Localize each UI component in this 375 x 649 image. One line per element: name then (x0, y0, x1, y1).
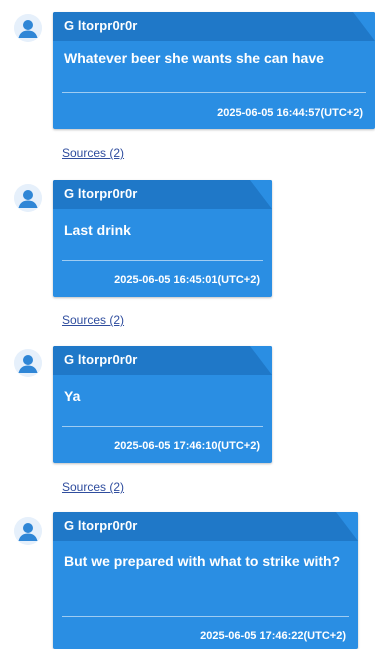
message-text: Last drink (64, 222, 131, 238)
message-text: But we prepared with what to strike with… (64, 553, 341, 569)
message-sender: G ltorpr0r0r (53, 180, 272, 209)
user-avatar-icon (14, 14, 42, 42)
message-text: Whatever beer she wants she can have (64, 50, 324, 66)
message-bubble: G ltorpr0r0r Ya 2025-06-05 17:46:10(UTC+… (53, 346, 272, 463)
message-timestamp: 2025-06-05 16:44:57(UTC+2) (217, 107, 363, 119)
message-sender: G ltorpr0r0r (53, 346, 272, 375)
sources-link[interactable]: Sources (2) (62, 313, 124, 327)
sources-link[interactable]: Sources (2) (62, 480, 124, 494)
message-divider (62, 92, 366, 93)
message-timestamp: 2025-06-05 17:46:10(UTC+2) (114, 440, 260, 452)
message-bubble: G ltorpr0r0r But we prepared with what t… (53, 512, 358, 649)
user-avatar-icon (14, 184, 42, 212)
message-divider (62, 616, 349, 617)
message-divider (62, 260, 263, 261)
message-thread: G ltorpr0r0r Whatever beer she wants she… (0, 0, 375, 649)
message-sender: G ltorpr0r0r (53, 512, 358, 541)
user-avatar-icon (14, 517, 42, 545)
message-timestamp: 2025-06-05 16:45:01(UTC+2) (114, 274, 260, 286)
message-sender: G ltorpr0r0r (53, 12, 375, 41)
message-bubble: G ltorpr0r0r Last drink 2025-06-05 16:45… (53, 180, 272, 297)
message-timestamp: 2025-06-05 17:46:22(UTC+2) (200, 630, 346, 642)
message-bubble: G ltorpr0r0r Whatever beer she wants she… (53, 12, 375, 129)
user-avatar-icon (14, 349, 42, 377)
message-text: Ya (64, 388, 81, 404)
message-divider (62, 426, 263, 427)
sources-link[interactable]: Sources (2) (62, 146, 124, 160)
